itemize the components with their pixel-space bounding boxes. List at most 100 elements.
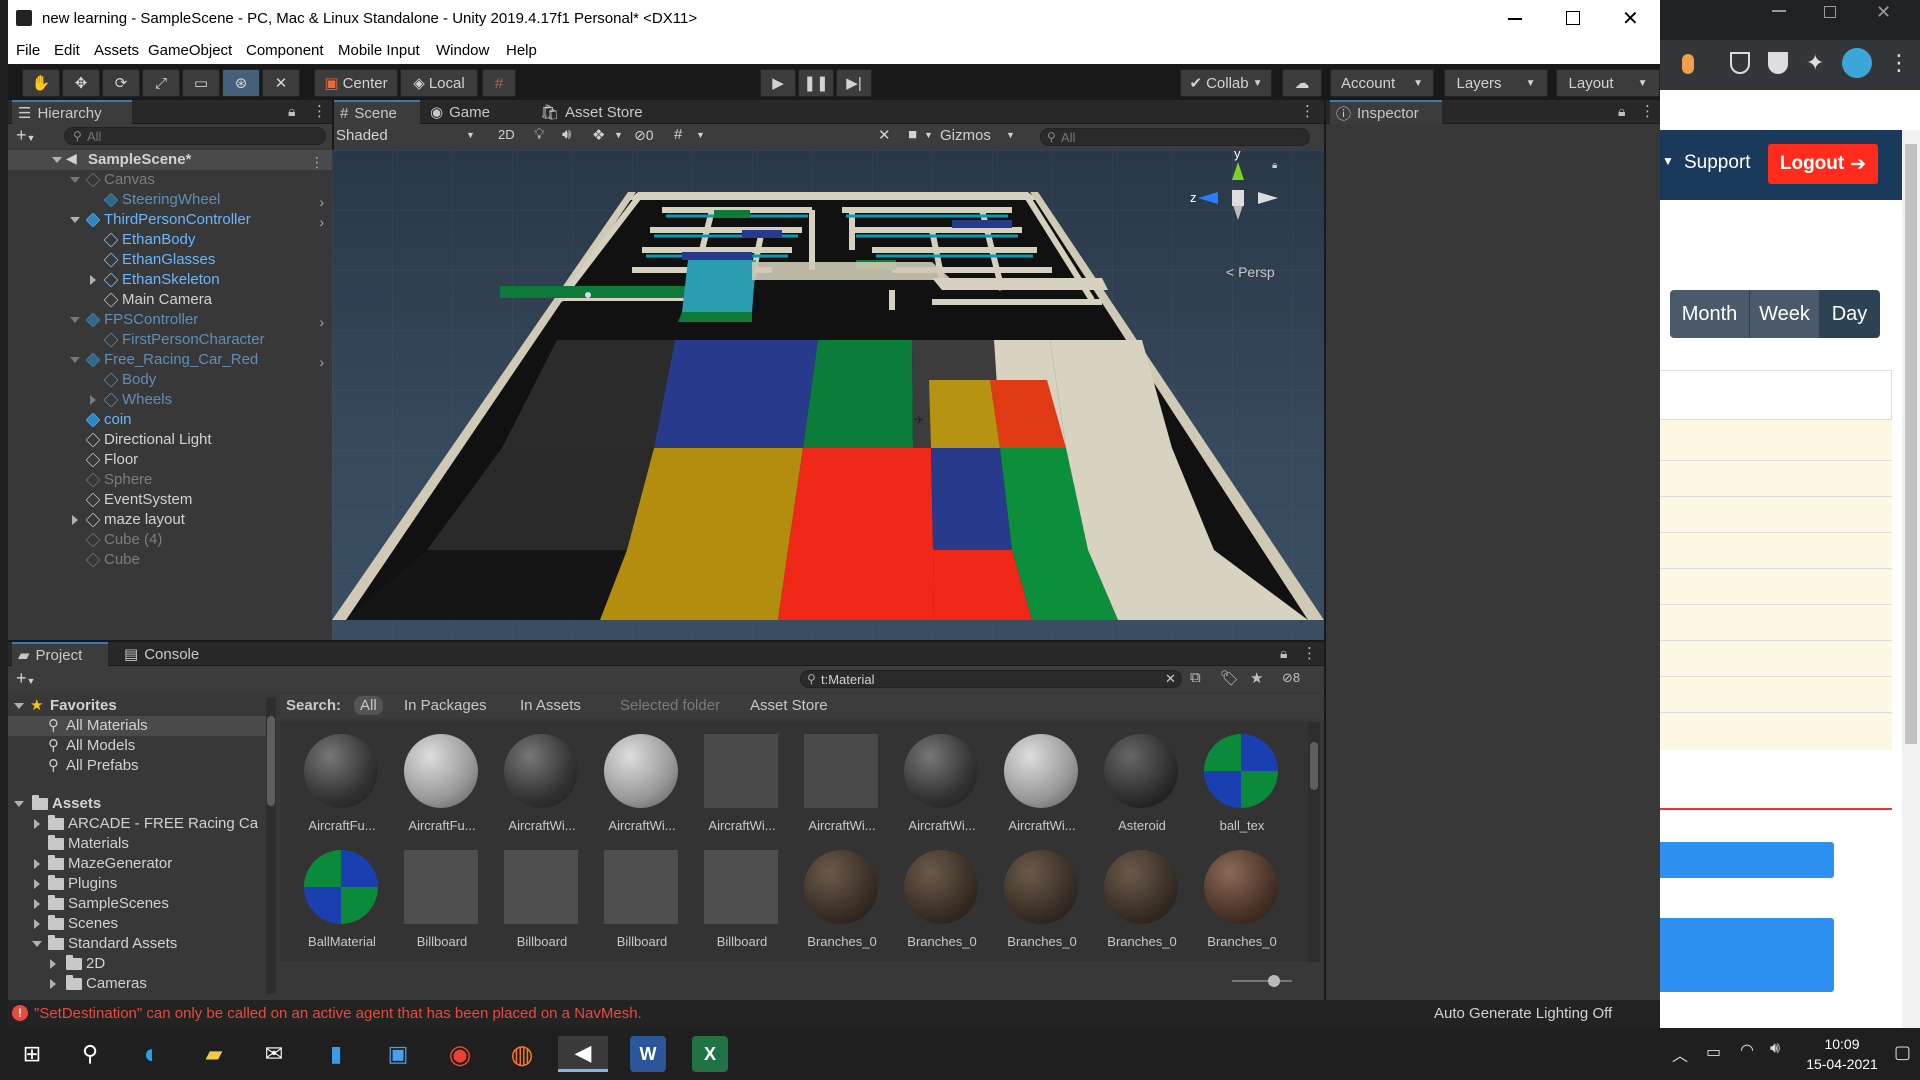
shield-icon[interactable] <box>1730 52 1750 74</box>
favorite-all-prefabs[interactable]: ⚲ All Prefabs <box>8 756 268 776</box>
chevron-down-icon[interactable]: ▼ <box>924 130 933 140</box>
tab-hierarchy[interactable]: ☰ Hierarchy <box>12 100 132 124</box>
tree-item-sphere[interactable]: Sphere <box>8 470 332 490</box>
clock-time[interactable]: 10:09 <box>1800 1036 1884 1052</box>
grid-snap-button[interactable]: # <box>482 69 516 97</box>
asset-tile[interactable]: Asteroid <box>1098 734 1178 844</box>
chevron-right-icon[interactable]: › <box>319 354 324 370</box>
search-icon[interactable]: ⚲ <box>72 1036 108 1072</box>
caret-down-icon[interactable]: ▼ <box>1662 154 1674 168</box>
star-icon[interactable]: ★ <box>1250 669 1263 687</box>
unity-taskbar-icon[interactable]: ◀ <box>558 1036 608 1072</box>
more-icon[interactable]: ⋮ <box>1300 102 1315 120</box>
add-button[interactable]: +▼ <box>16 125 35 146</box>
step-button[interactable]: ▶| <box>836 69 872 97</box>
asset-tile[interactable]: Billboard <box>498 850 578 960</box>
check-shield-icon[interactable] <box>1768 52 1788 74</box>
chrome-icon[interactable]: ◉ <box>442 1036 478 1072</box>
month-button[interactable]: Month <box>1670 290 1750 338</box>
folder-item[interactable]: Cameras <box>8 974 268 994</box>
folder-item[interactable]: Plugins <box>8 874 268 894</box>
folder-item[interactable]: 2D <box>8 954 268 974</box>
menu-assets[interactable]: Assets <box>94 42 139 59</box>
scrollbar-thumb[interactable] <box>1310 742 1318 790</box>
menu-edit[interactable]: Edit <box>54 42 80 59</box>
menu-file[interactable]: File <box>16 42 40 59</box>
tab-scene[interactable]: # Scene <box>334 100 420 124</box>
more-icon[interactable]: ⋮ <box>1302 644 1317 662</box>
minimize-icon[interactable] <box>1772 10 1786 12</box>
custom-tool-button[interactable]: ✕ <box>262 69 300 97</box>
audio-icon[interactable]: 🔊︎ <box>562 126 571 143</box>
hand-tool-button[interactable]: ✋ <box>22 69 60 97</box>
notification-icon[interactable]: ▢ <box>1894 1042 1911 1063</box>
move-tool-button[interactable]: ✥ <box>62 69 100 97</box>
effects-icon[interactable]: ❖ <box>592 126 605 144</box>
folder-item[interactable]: MazeGenerator <box>8 854 268 874</box>
layout-dropdown[interactable]: Layout ▼ <box>1556 69 1660 97</box>
day-button[interactable]: Day <box>1820 290 1880 338</box>
menu-help[interactable]: Help <box>506 42 537 59</box>
chevron-right-icon[interactable]: › <box>319 194 324 210</box>
tree-item-body[interactable]: Body <box>8 370 332 390</box>
chevron-right-icon[interactable]: › <box>319 214 324 230</box>
tree-item-maze-layout[interactable]: maze layout <box>8 510 332 530</box>
avatar[interactable] <box>1842 48 1872 78</box>
tree-item-ethanbody[interactable]: EthanBody <box>8 230 332 250</box>
scrollbar-thumb[interactable] <box>1905 144 1917 744</box>
chevron-down-icon[interactable]: ▼ <box>614 130 623 140</box>
pivot-local-button[interactable]: ◈ Local <box>400 69 478 97</box>
layers-dropdown[interactable]: Layers ▼ <box>1444 69 1548 97</box>
pivot-center-button[interactable]: ▣ Center <box>314 69 398 97</box>
extension-icon[interactable] <box>1682 54 1694 74</box>
hidden-packages-toggle[interactable]: ⊘8 <box>1282 670 1300 686</box>
more-icon[interactable]: ⋮ <box>1640 102 1655 120</box>
notes-icon[interactable]: ▮ <box>318 1036 354 1072</box>
mail-icon[interactable]: ✉ <box>256 1036 292 1072</box>
minimize-icon[interactable] <box>1508 18 1522 20</box>
scale-tool-button[interactable]: ⤢ <box>142 69 180 97</box>
rect-tool-button[interactable]: ▭ <box>182 69 220 97</box>
asset-tile[interactable]: Branches_0 <box>898 850 978 960</box>
tree-item-cube[interactable]: Cube <box>8 550 332 570</box>
favorite-all-models[interactable]: ⚲ All Models <box>8 736 268 756</box>
tab-console[interactable]: ▤ Console <box>118 642 214 666</box>
support-link[interactable]: Support <box>1684 152 1751 174</box>
hierarchy-search-input[interactable]: ⚲ All <box>64 127 326 145</box>
asset-tile[interactable]: AircraftWi... <box>898 734 978 844</box>
gizmos-dropdown[interactable]: Gizmos ▼ <box>940 127 1020 147</box>
tree-item-ethanglasses[interactable]: EthanGlasses <box>8 250 332 270</box>
battery-icon[interactable]: ▭ <box>1706 1042 1721 1062</box>
more-icon[interactable]: ⋮ <box>1888 50 1910 76</box>
filter-all[interactable]: All <box>354 696 383 715</box>
play-button[interactable]: ▶ <box>760 69 796 97</box>
filter-in-packages[interactable]: In Packages <box>404 697 487 714</box>
tree-item-main-camera[interactable]: Main Camera <box>8 290 332 310</box>
asset-tile[interactable]: AircraftFu... <box>298 734 378 844</box>
tree-item-wheels[interactable]: Wheels <box>8 390 332 410</box>
filter-type-icon[interactable]: ⧉ <box>1190 669 1201 686</box>
folder-item[interactable]: ARCADE - FREE Racing Ca <box>8 814 268 834</box>
tree-item-fpscontroller[interactable]: FPSController › <box>8 310 332 330</box>
label-icon[interactable]: 🏷︎ <box>1220 669 1239 687</box>
asset-tile[interactable]: Branches_0 <box>1198 850 1278 960</box>
control-panel-icon[interactable]: ▣ <box>380 1036 416 1072</box>
folder-item[interactable]: Scenes <box>8 914 268 934</box>
asset-tile[interactable]: AircraftFu... <box>398 734 478 844</box>
menu-component[interactable]: Component <box>246 42 324 59</box>
tree-item-firstpersoncharacter[interactable]: FirstPersonCharacter <box>8 330 332 350</box>
clear-icon[interactable]: ✕ <box>1165 671 1176 687</box>
more-icon[interactable]: ⋮ <box>312 102 327 120</box>
cloud-button[interactable]: ☁ <box>1282 69 1322 97</box>
tree-item-directional-light[interactable]: Directional Light <box>8 430 332 450</box>
lock-icon[interactable]: 🔒︎ <box>1618 103 1625 120</box>
favorites-header[interactable]: ★ Favorites <box>8 696 276 716</box>
zoom-slider-handle[interactable] <box>1268 975 1280 987</box>
transform-tool-button[interactable]: ⊛ <box>222 69 260 97</box>
filter-selected-folder[interactable]: Selected folder <box>620 697 720 714</box>
tab-inspector[interactable]: ⓘ Inspector <box>1330 100 1442 124</box>
wifi-icon[interactable]: ◠ <box>1740 1040 1754 1060</box>
scene-search-input[interactable]: ⚲ All <box>1040 128 1310 146</box>
scrollbar-thumb[interactable] <box>267 716 275 806</box>
asset-tile[interactable]: AircraftWi... <box>598 734 678 844</box>
